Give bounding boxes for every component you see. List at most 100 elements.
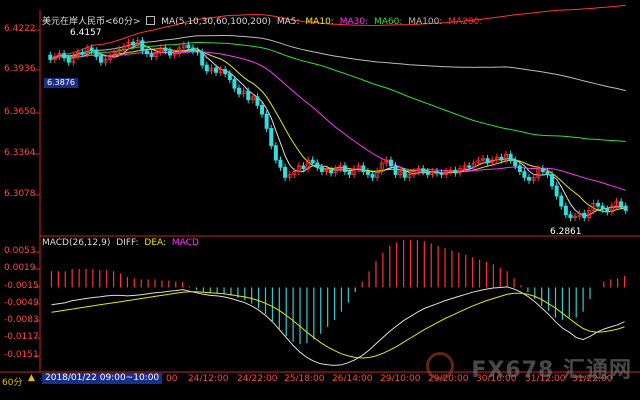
- candle-body: [361, 165, 366, 172]
- macd-tick: -0.0117: [4, 332, 39, 342]
- candle-body: [453, 169, 458, 174]
- ma5-label: MA5:: [276, 17, 300, 27]
- candle-body: [365, 171, 370, 175]
- candle-body: [315, 162, 320, 168]
- candle-body: [347, 171, 352, 175]
- candle-body: [342, 165, 347, 172]
- candle-body: [623, 205, 628, 211]
- candle-body: [425, 171, 430, 175]
- candle-body: [596, 202, 601, 207]
- candle-body: [246, 90, 251, 101]
- candle-body: [499, 156, 504, 161]
- candle-body: [310, 159, 315, 164]
- price-tick: 6.3364: [4, 148, 36, 158]
- symbol-title: 美元在岸人民币<60分>: [42, 17, 141, 27]
- macd-tick: -0.0015: [4, 281, 39, 291]
- candle-body: [522, 171, 527, 178]
- candle-body: [605, 208, 610, 213]
- price-tick: 6.3078: [4, 189, 36, 199]
- candle-body: [513, 159, 518, 167]
- candle-body: [260, 105, 265, 115]
- candle-body: [48, 54, 53, 60]
- macd-tick: -0.0049: [4, 298, 39, 308]
- candle-body: [227, 73, 232, 80]
- candle-body: [62, 53, 67, 59]
- low-price-label: 6.2861: [550, 227, 582, 237]
- time-tick: 26/14:00: [332, 374, 373, 384]
- candle-body: [140, 40, 145, 52]
- ma60-line: [50, 41, 626, 142]
- candle-body: [540, 168, 545, 172]
- candle-body: [527, 176, 532, 181]
- ma10-label: MA10:: [305, 17, 334, 27]
- candle-body: [195, 50, 200, 53]
- candle-body: [273, 145, 278, 161]
- candle-body: [186, 44, 191, 49]
- candle-body: [232, 79, 237, 89]
- triangle-up-icon[interactable]: ▲: [28, 373, 35, 383]
- candle-body: [421, 168, 426, 172]
- price-tick: 6.3936: [4, 64, 36, 74]
- macd-tick: -0.0151: [4, 350, 39, 360]
- candle-body: [98, 56, 103, 63]
- ma100-line: [50, 35, 626, 92]
- candle-body: [370, 174, 375, 178]
- candle-body: [434, 171, 439, 174]
- candle-body: [402, 171, 407, 178]
- time-tick: 24/22:00: [237, 374, 278, 384]
- candle-body: [89, 47, 94, 52]
- candle-body: [485, 158, 490, 164]
- candle-body: [131, 41, 136, 46]
- candle-body: [439, 172, 444, 175]
- ma200-label: MA200:: [448, 17, 483, 27]
- time-tick: 25/18:00: [284, 374, 325, 384]
- candle-body: [223, 69, 228, 75]
- candle-body: [237, 87, 242, 95]
- candle-body: [554, 185, 559, 197]
- time-tick: 24/12:00: [188, 374, 229, 384]
- candle-body: [393, 165, 398, 175]
- macd-tick: 0.0019: [4, 263, 36, 273]
- price-tick: 6.3650: [4, 107, 36, 117]
- dea-label: DEA:: [144, 238, 167, 248]
- candle-body: [80, 51, 85, 55]
- period-button[interactable]: 60分: [2, 375, 22, 388]
- candle-body: [264, 113, 269, 129]
- price-tick: 6.4222: [4, 24, 36, 34]
- candle-body: [214, 67, 219, 73]
- ma10-line: [50, 47, 626, 213]
- candle-body: [545, 171, 550, 175]
- candle-body: [94, 50, 99, 57]
- candle-body: [204, 64, 209, 72]
- candle-body: [66, 57, 71, 63]
- dea-line: [51, 291, 625, 359]
- macd-histogram: [50, 240, 626, 345]
- ma60-label: MA60:: [373, 17, 403, 27]
- candle-body: [163, 47, 168, 52]
- time-tick: 29/10:00: [380, 374, 421, 384]
- ma-params: MA(5,10,30,60,100,200): [161, 17, 271, 27]
- ma100-label: MA100:: [408, 17, 443, 27]
- candle-body: [283, 166, 288, 178]
- candle-body: [278, 159, 283, 168]
- candle-body: [200, 51, 205, 66]
- ma5-line: [50, 44, 626, 217]
- candle-body: [255, 96, 260, 106]
- macd-params: MACD(26,12,9): [42, 238, 111, 248]
- macd-tick: -0.0083: [4, 315, 39, 325]
- square-grid-icon[interactable]: [146, 16, 156, 25]
- current-price-tag: 6.3876: [44, 78, 78, 88]
- candle-body: [190, 47, 195, 52]
- watermark: FX678 汇通网: [471, 358, 632, 383]
- candle-body: [568, 214, 573, 219]
- candle-body: [329, 169, 334, 174]
- candle-body: [600, 205, 605, 210]
- time-tick: 00: [166, 374, 178, 384]
- candle-body: [167, 50, 172, 56]
- candle-body: [508, 153, 513, 161]
- fx678-logo-icon: [426, 352, 454, 380]
- macd-tick: 0.0053: [4, 246, 36, 256]
- chart-canvas[interactable]: [0, 0, 640, 400]
- candle-body: [563, 205, 568, 216]
- diff-label: DIFF:: [116, 238, 139, 248]
